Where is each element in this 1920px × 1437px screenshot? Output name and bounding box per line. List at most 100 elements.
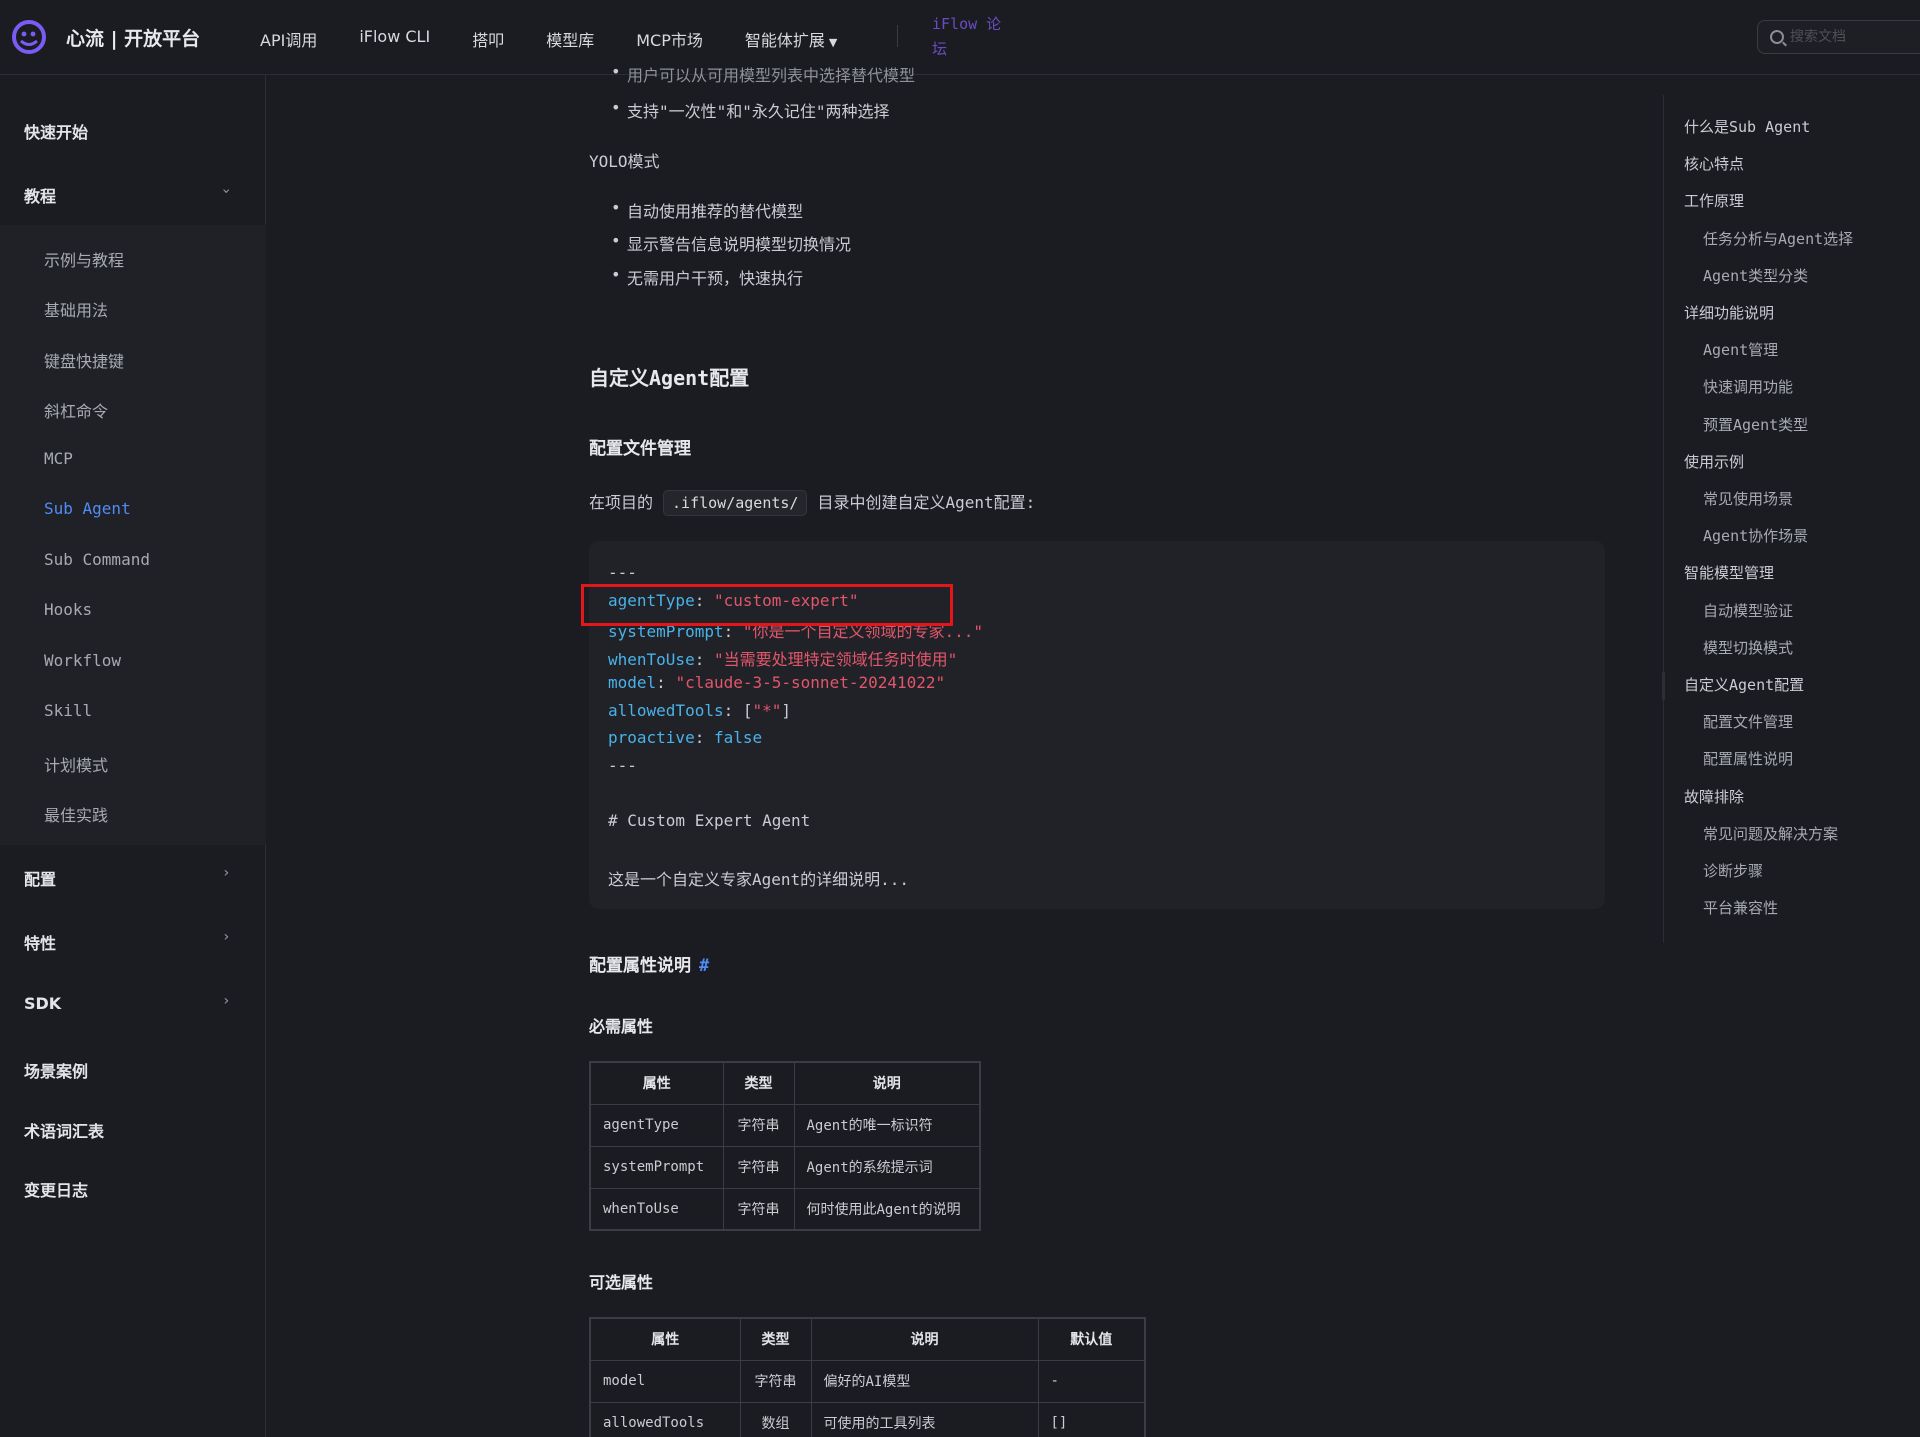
sidebar-item-shortcuts[interactable]: 键盘快捷键 — [44, 348, 124, 372]
table-header: 说明 — [793, 1061, 981, 1105]
toc-item[interactable]: 配置文件管理 — [1703, 711, 1793, 732]
subsection-heading-config-file: 配置文件管理 — [589, 439, 691, 459]
intro-pre: 在项目的 — [589, 493, 654, 512]
sidebar-item-examples[interactable]: 示例与教程 — [44, 247, 124, 271]
chevron-right-icon[interactable]: › — [222, 993, 230, 1009]
toc-item[interactable]: 配置属性说明 — [1703, 748, 1793, 769]
toc-item[interactable]: 故障排除 — [1684, 786, 1744, 807]
toc-item[interactable]: 预置Agent类型 — [1703, 414, 1808, 435]
sidebar-item-plan-mode[interactable]: 计划模式 — [44, 752, 108, 776]
sidebar-item-basic-usage[interactable]: 基础用法 — [44, 297, 108, 321]
toc-item[interactable]: 快速调用功能 — [1703, 376, 1793, 397]
table-cell: systemPrompt — [589, 1145, 724, 1189]
table-cell: - — [1037, 1359, 1146, 1403]
code-line-heading: # Custom Expert Agent — [608, 811, 811, 830]
anchor-link[interactable]: # — [699, 956, 709, 976]
sidebar-item-config[interactable]: 配置 — [24, 866, 56, 890]
chevron-down-icon[interactable]: › — [218, 187, 234, 195]
sidebar-item-workflow[interactable]: Workflow — [44, 651, 121, 670]
sidebar: 快速开始 教程 › 示例与教程 基础用法 键盘快捷键 斜杠命令 MCP Sub … — [0, 75, 266, 1437]
toc-item[interactable]: Agent协作场景 — [1703, 525, 1808, 546]
sidebar-item-changelog[interactable]: 变更日志 — [24, 1177, 88, 1201]
brand-name[interactable]: 心流 | 开放平台 — [66, 24, 200, 51]
chevron-right-icon[interactable]: › — [222, 865, 230, 881]
toc-item[interactable]: 常见问题及解决方案 — [1703, 823, 1838, 844]
code-line-sep: --- — [608, 563, 637, 582]
toc-item[interactable]: 使用示例 — [1684, 451, 1744, 472]
main-nav: API调用 iFlow CLI 搭叩 模型库 MCP市场 智能体扩展 ▼ — [260, 27, 879, 51]
sidebar-item-skill[interactable]: Skill — [44, 701, 92, 720]
toc-item[interactable]: 平台兼容性 — [1703, 897, 1778, 918]
nav-iflow-cli[interactable]: iFlow CLI — [359, 27, 430, 51]
caret-down-icon: ▼ — [828, 36, 838, 49]
list-item-cut: 用户可以从可用模型列表中选择替代模型 — [611, 62, 915, 86]
sidebar-item-mcp[interactable]: MCP — [44, 449, 73, 468]
sidebar-item-slash-commands[interactable]: 斜杠命令 — [44, 398, 108, 422]
toc-item[interactable]: Agent类型分类 — [1703, 265, 1808, 286]
table-cell: [] — [1037, 1401, 1146, 1437]
code-value: false — [713, 728, 763, 747]
sidebar-item-glossary[interactable]: 术语词汇表 — [24, 1118, 104, 1142]
toc-item[interactable]: 诊断步骤 — [1703, 860, 1763, 881]
toc-item[interactable]: Agent管理 — [1703, 339, 1778, 360]
nav-divider — [897, 25, 898, 47]
nav-daku[interactable]: 搭叩 — [472, 27, 504, 51]
table-header: 类型 — [739, 1317, 812, 1361]
sidebar-item-sub-command[interactable]: Sub Command — [44, 550, 150, 569]
table-cell: model — [589, 1359, 741, 1403]
sidebar-item-sub-agent[interactable]: Sub Agent — [44, 499, 131, 518]
list-item: 无需用户干预，快速执行 — [611, 265, 803, 289]
table-cell: 偏好的AI模型 — [810, 1359, 1039, 1403]
toc-item[interactable]: 任务分析与Agent选择 — [1703, 228, 1853, 249]
toc-item[interactable]: 自动模型验证 — [1703, 600, 1793, 621]
toc-item[interactable]: 模型切换模式 — [1703, 637, 1793, 658]
required-props-table: 属性 类型 说明 agentType 字符串 Agent的唯一标识符 syste… — [589, 1061, 981, 1231]
sidebar-item-cases[interactable]: 场景案例 — [24, 1058, 88, 1082]
code-line-sep: --- — [608, 756, 637, 775]
toc-item[interactable]: 详细功能说明 — [1684, 302, 1774, 323]
table-row: agentType 字符串 Agent的唯一标识符 — [589, 1103, 981, 1147]
tutorial-submenu — [0, 225, 266, 845]
toc-item[interactable]: 自定义Agent配置 — [1684, 674, 1804, 695]
toc-item[interactable]: 什么是Sub Agent — [1684, 116, 1810, 137]
code-line-model: model: "claude-3-5-sonnet-20241022" — [608, 673, 946, 692]
table-header: 说明 — [810, 1317, 1039, 1361]
sidebar-item-best-practices[interactable]: 最佳实践 — [44, 802, 108, 826]
toc-item[interactable]: 常见使用场景 — [1703, 488, 1793, 509]
sidebar-item-hooks[interactable]: Hooks — [44, 600, 92, 619]
code-line-proactive: proactive: false — [608, 728, 763, 747]
code-line-whentouse: whenToUse: "当需要处理特定领域任务时使用" — [608, 650, 958, 669]
nav-api[interactable]: API调用 — [260, 27, 317, 51]
sidebar-item-quick-start[interactable]: 快速开始 — [24, 119, 88, 143]
list-item: 支持"一次性"和"永久记住"两种选择 — [611, 98, 890, 122]
sidebar-item-features[interactable]: 特性 — [24, 930, 56, 954]
list-item: 自动使用推荐的替代模型 — [611, 198, 803, 222]
table-cell: Agent的唯一标识符 — [793, 1103, 981, 1147]
optional-props-heading: 可选属性 — [589, 1273, 654, 1292]
nav-agent-ext[interactable]: 智能体扩展 ▼ — [745, 27, 837, 51]
table-cell: 字符串 — [722, 1103, 795, 1147]
code-value: "claude-3-5-sonnet-20241022" — [675, 673, 946, 692]
table-row: whenToUse 字符串 何时使用此Agent的说明 — [589, 1187, 981, 1231]
toc-item[interactable]: 工作原理 — [1684, 190, 1744, 211]
table-cell: 数组 — [739, 1401, 812, 1437]
nav-mcp-market[interactable]: MCP市场 — [636, 27, 703, 51]
table-cell: allowedTools — [589, 1401, 741, 1437]
subsection-heading-props: 配置属性说明 # — [589, 951, 709, 976]
nav-forum-link[interactable]: iFlow 论坛 — [932, 12, 1012, 62]
table-cell: 可使用的工具列表 — [810, 1401, 1039, 1437]
chevron-right-icon[interactable]: › — [222, 929, 230, 945]
toc-item[interactable]: 核心特点 — [1684, 153, 1744, 174]
search-input[interactable] — [1790, 27, 1920, 47]
sidebar-item-tutorial[interactable]: 教程 — [24, 183, 56, 207]
nav-models[interactable]: 模型库 — [546, 27, 594, 51]
toc-item[interactable]: 智能模型管理 — [1684, 562, 1774, 583]
search-box[interactable] — [1757, 20, 1920, 54]
table-cell: agentType — [589, 1103, 724, 1147]
top-navbar: 心流 | 开放平台 API调用 iFlow CLI 搭叩 模型库 MCP市场 智… — [0, 0, 1920, 75]
props-heading-text: 配置属性说明 — [589, 956, 691, 976]
logo-icon[interactable] — [10, 18, 48, 56]
table-header: 属性 — [589, 1061, 724, 1105]
table-header-row: 属性 类型 说明 默认值 — [589, 1317, 1146, 1361]
sidebar-item-sdk[interactable]: SDK — [24, 994, 61, 1013]
